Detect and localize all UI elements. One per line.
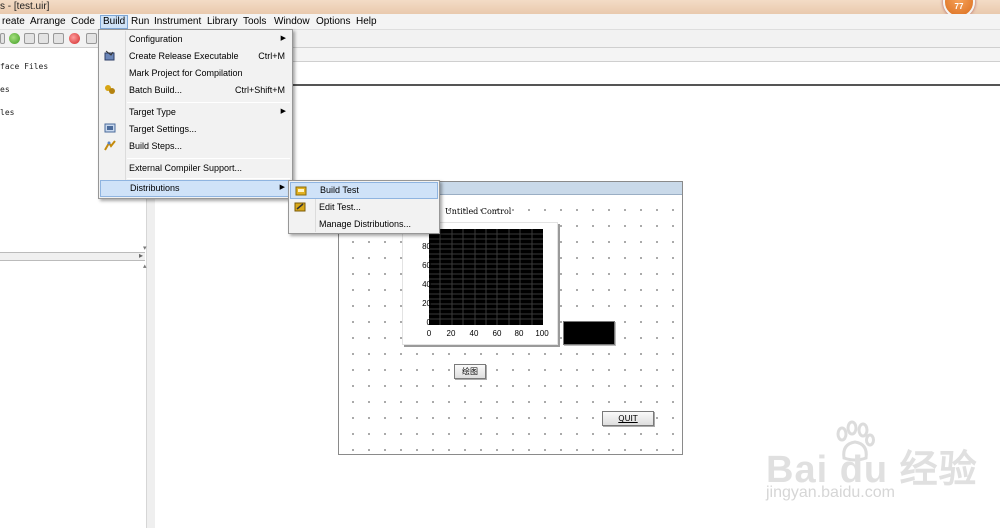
toolbar-handle-icon <box>0 33 5 44</box>
menu-item-label: Build Steps... <box>129 141 183 151</box>
distributions-submenu: Build Test Edit Test... Manage Distribut… <box>288 180 440 234</box>
menu-item-label: Manage Distributions... <box>319 219 412 229</box>
y-tick-label: 40 <box>422 280 431 289</box>
menu-item-label: Target Settings... <box>129 124 197 134</box>
x-tick-label: 100 <box>535 329 549 338</box>
horizontal-scrollbar[interactable]: ▸ <box>0 251 145 261</box>
badge-count: 77 <box>954 2 964 11</box>
menu-library[interactable]: Library <box>205 15 240 29</box>
scroll-down-icon[interactable]: ▾ <box>143 244 151 252</box>
step-out-icon[interactable] <box>53 33 64 44</box>
menu-item-edit-test[interactable]: Edit Test... <box>290 199 438 216</box>
menu-item-target-settings[interactable]: Target Settings... <box>100 121 291 138</box>
menu-item-label: Create Release Executable <box>129 51 239 61</box>
menu-item-label: Distributions <box>130 183 180 193</box>
menu-separator <box>127 158 290 159</box>
quit-button-label: QUIT <box>618 414 638 423</box>
menu-options[interactable]: Options <box>314 15 352 29</box>
x-tick-label: 80 <box>514 329 524 338</box>
menu-run[interactable]: Run <box>129 15 151 29</box>
menu-item-build-test[interactable]: Build Test <box>290 182 438 199</box>
target-settings-icon <box>104 123 116 134</box>
y-tick-label: 60 <box>422 261 431 270</box>
menu-item-label: Target Type <box>129 107 176 117</box>
batch-build-icon <box>104 84 116 95</box>
edit-test-icon <box>294 201 306 212</box>
menu-item-label: Build Test <box>320 185 359 195</box>
scroll-up-icon[interactable]: ▴ <box>143 262 151 270</box>
quit-button[interactable]: QUIT <box>602 411 654 426</box>
submenu-arrow-icon: ▶ <box>280 35 286 42</box>
menu-code[interactable]: Code <box>69 15 97 29</box>
menu-item-label: Batch Build... <box>129 85 183 95</box>
build-steps-icon <box>104 140 116 151</box>
y-tick-label: 20 <box>422 299 431 308</box>
menu-item-batch-build[interactable]: Batch Build... Ctrl+Shift+M <box>100 82 291 99</box>
menu-help[interactable]: Help <box>354 15 379 29</box>
menu-item-label: Edit Test... <box>319 202 361 212</box>
graph-control-label: Untitled Control <box>445 207 512 216</box>
menu-item-label: External Compiler Support... <box>129 163 243 173</box>
tree-item-interface-files[interactable]: face Files <box>0 62 48 71</box>
stop-icon[interactable] <box>69 33 80 44</box>
menu-item-mark-project-for-compilation[interactable]: Mark Project for Compilation <box>100 65 291 82</box>
build-menu-dropdown: Configuration ▶ Create Release Executabl… <box>98 29 293 199</box>
build-release-icon <box>104 50 116 61</box>
menu-item-distributions[interactable]: Distributions ▶ <box>100 180 291 197</box>
menu-item-shortcut: Ctrl+Shift+M <box>234 85 285 95</box>
step-into-icon[interactable] <box>24 33 35 44</box>
numeric-indicator[interactable] <box>563 321 615 345</box>
scroll-right-icon[interactable]: ▸ <box>139 251 143 260</box>
menu-item-label: Mark Project for Compilation <box>129 68 243 78</box>
plot-gridlines <box>429 229 543 325</box>
breakpoint-icon[interactable] <box>86 33 97 44</box>
menu-item-manage-distributions[interactable]: Manage Distributions... <box>290 216 438 233</box>
menu-bar: reate Arrange Code Build Run Instrument … <box>0 14 1000 30</box>
menu-tools[interactable]: Tools <box>241 15 268 29</box>
menu-separator <box>127 102 290 103</box>
y-tick-label: 0 <box>426 318 431 327</box>
menu-item-create-release-executable[interactable]: Create Release Executable Ctrl+M <box>100 48 291 65</box>
x-tick-label: 60 <box>492 329 502 338</box>
watermark-url: jingyan.baidu.com <box>766 484 895 501</box>
title-bar: s - [test.uir] <box>0 0 1000 14</box>
menu-item-label: Configuration <box>129 34 183 44</box>
menu-build[interactable]: Build <box>100 15 129 29</box>
x-tick-label: 0 <box>426 329 432 338</box>
y-tick-label: 80 <box>422 242 431 251</box>
menu-item-target-type[interactable]: Target Type ▶ <box>100 104 291 121</box>
baidu-jingyan-watermark: Bai du 经验 jingyan.baidu.com <box>766 420 996 510</box>
menu-instrument[interactable]: Instrument <box>152 15 203 29</box>
menu-arrange[interactable]: Arrange <box>28 15 68 29</box>
x-tick-label: 20 <box>446 329 456 338</box>
x-tick-label: 40 <box>469 329 479 338</box>
submenu-arrow-icon: ▶ <box>280 108 286 115</box>
run-icon[interactable] <box>9 33 20 44</box>
draw-button[interactable]: 绘图 <box>454 364 486 379</box>
graph-plot-area[interactable] <box>429 229 543 325</box>
window-title: s - [test.uir] <box>0 1 50 12</box>
menu-item-build-steps[interactable]: Build Steps... <box>100 138 291 155</box>
submenu-arrow-icon: ▶ <box>279 184 285 191</box>
step-over-icon[interactable] <box>38 33 49 44</box>
tree-item-source-files[interactable]: es <box>0 85 10 94</box>
tree-item-include-files[interactable]: les <box>0 108 14 117</box>
menu-item-shortcut: Ctrl+M <box>258 51 285 61</box>
menu-item-configuration[interactable]: Configuration ▶ <box>100 31 291 48</box>
menu-separator <box>127 178 290 179</box>
menu-item-external-compiler-support[interactable]: External Compiler Support... <box>100 160 291 177</box>
menu-window[interactable]: Window <box>272 15 312 29</box>
build-test-icon <box>295 185 307 196</box>
menu-create[interactable]: reate <box>0 15 27 29</box>
